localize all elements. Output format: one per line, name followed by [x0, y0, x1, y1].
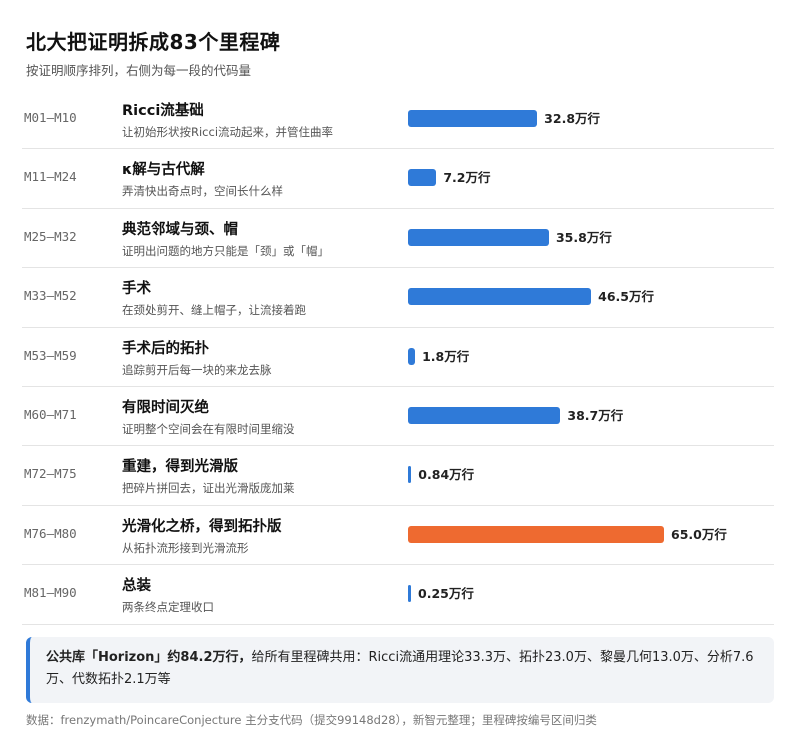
bar-track: 7.2万行	[408, 169, 774, 187]
value-label: 46.5万行	[598, 289, 654, 305]
milestone-row: M72–M75 重建，得到光滑版把碎片拼回去，证出光滑版庞加莱 0.84万行	[22, 446, 774, 506]
milestone-range: M11–M24	[24, 169, 77, 185]
milestone-name: 典范邻域与颈、帽	[122, 221, 238, 238]
milestone-row: M11–M24 κ解与古代解弄清快出奇点时，空间长什么样 7.2万行	[22, 149, 774, 209]
milestone-range: M25–M32	[24, 228, 77, 244]
bar	[408, 406, 561, 424]
bar	[408, 228, 549, 246]
milestone-description: 从拓扑流形接到光滑流形	[122, 540, 249, 555]
milestone-name: 重建，得到光滑版	[122, 459, 238, 476]
milestone-range: M60–M71	[24, 406, 77, 422]
bar	[408, 288, 592, 306]
milestone-name: κ解与古代解	[122, 162, 205, 179]
milestone-row: M81–M90 总装两条终点定理收口 0.25万行	[22, 565, 774, 625]
value-label: 32.8万行	[544, 111, 601, 126]
bar	[408, 466, 412, 484]
value-label: 65.0万行	[671, 526, 727, 542]
milestone-row: M76–M80 光滑化之桥，得到拓扑版 从拓扑流形接到光滑流形 65.0万行	[22, 506, 774, 566]
milestone-description: 在颈处剪开、缝上帽子，让流接着跑	[122, 303, 306, 318]
milestone-description: 把碎片拼回去，证出光滑版庞加莱	[122, 481, 295, 496]
milestone-name: 手术后的拓扑	[122, 340, 209, 357]
bar-track: 32.8万行	[408, 110, 774, 127]
milestone-range: M81–M90	[24, 585, 77, 601]
value-label: 0.25万行	[418, 586, 474, 602]
milestone-range: M33–M52	[24, 288, 77, 304]
value-label: 0.84万行	[418, 467, 475, 483]
bar-track: 0.84万行	[408, 466, 774, 484]
bar	[408, 110, 538, 127]
milestone-description: 让初始形状按Ricci流动起来，并管住曲率	[122, 125, 334, 139]
milestone-range: M72–M75	[24, 466, 77, 482]
value-label: 1.8万行	[422, 348, 470, 364]
milestone-row: M33–M52 手术在颈处剪开、缝上帽子，让流接着跑 46.5万行	[22, 268, 774, 328]
bar	[408, 347, 416, 365]
bar-track: 0.25万行	[408, 585, 774, 603]
bar-track: 1.8万行	[408, 347, 774, 365]
bar-track: 46.5万行	[408, 288, 774, 306]
value-label: 38.7万行	[567, 407, 624, 423]
bar-track: 35.8万行	[408, 228, 774, 246]
milestone-range: M01–M10	[24, 110, 77, 125]
milestone-name: 总装	[122, 578, 151, 595]
bar	[408, 169, 437, 187]
milestone-range: M53–M59	[24, 347, 77, 363]
milestone-description: 证明出问题的地方只能是「颈」或「帽」	[122, 243, 329, 258]
milestone-row: M53–M59 手术后的拓扑追踪剪开后每一块的来龙去脉 1.8万行	[22, 328, 774, 387]
milestone-description: 弄清快出奇点时，空间长什么样	[122, 184, 283, 199]
bar	[408, 525, 664, 543]
page-title: 北大把证明拆成83个里程碑	[26, 30, 281, 54]
milestone-description: 证明整个空间会在有限时间里缩没	[122, 421, 295, 436]
note-bold: 公共库「Horizon」约84.2万行，	[46, 650, 252, 665]
milestone-name: 光滑化之桥，得到拓扑版	[122, 518, 282, 535]
page-subtitle: 按证明顺序排列，右侧为每一段的代码量	[26, 63, 252, 78]
source-text: 数据：frenzymath/PoincareConjecture 主分支代码（提…	[26, 713, 597, 727]
milestone-chart: M01–M10 Ricci流基础让初始形状按Ricci流动起来，并管住曲率 32.8…	[22, 90, 774, 625]
value-label: 35.8万行	[555, 229, 612, 245]
milestone-description: 追踪剪开后每一块的来龙去脉	[122, 362, 272, 377]
milestone-row: M60–M71 有限时间灭绝证明整个空间会在有限时间里缩没 38.7万行	[22, 387, 774, 447]
bar	[408, 585, 411, 603]
bar-track: 65.0万行	[408, 525, 774, 543]
milestone-row: M01–M10 Ricci流基础让初始形状按Ricci流动起来，并管住曲率 32.8…	[22, 90, 774, 150]
milestone-name: 有限时间灭绝	[122, 399, 209, 416]
shared-library-note: 公共库「Horizon」约84.2万行，给所有里程碑共用：Ricci流通用理论3…	[26, 637, 774, 703]
milestone-description: 两条终点定理收口	[122, 600, 214, 615]
milestone-row: M25–M32 典范邻域与颈、帽证明出问题的地方只能是「颈」或「帽」 35.8万行	[22, 209, 774, 269]
bar-track: 38.7万行	[408, 406, 774, 424]
milestone-name: 手术	[122, 281, 151, 298]
value-label: 7.2万行	[443, 170, 491, 186]
milestone-range: M76–M80	[24, 525, 77, 541]
milestone-name: Ricci流基础	[122, 103, 204, 119]
